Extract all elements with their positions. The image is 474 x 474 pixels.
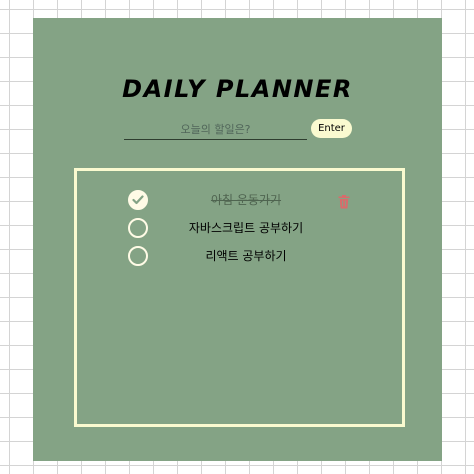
list-item: 자바스크립트 공부하기: [128, 218, 358, 238]
checkbox-unchecked[interactable]: [128, 218, 148, 238]
todo-text: 아침 운동가기: [210, 193, 282, 207]
enter-button[interactable]: Enter: [311, 119, 352, 138]
checkmark-icon: [132, 195, 144, 205]
todo-text: 자바스크립트 공부하기: [188, 221, 304, 235]
list-item: 리액트 공부하기: [128, 246, 358, 266]
todo-input[interactable]: [124, 119, 307, 140]
checkbox-checked[interactable]: [128, 190, 148, 210]
todo-list: 아침 운동가기 자바스크립트 공부하기 리액트 공부하기: [74, 168, 405, 427]
page-title: DAILY PLANNER: [122, 75, 353, 103]
checkbox-unchecked[interactable]: [128, 246, 148, 266]
trash-icon[interactable]: [338, 194, 350, 209]
planner-panel: DAILY PLANNER Enter 아침 운동가기: [33, 18, 442, 461]
list-item: 아침 운동가기: [128, 190, 358, 210]
todo-text: 리액트 공부하기: [205, 249, 287, 263]
